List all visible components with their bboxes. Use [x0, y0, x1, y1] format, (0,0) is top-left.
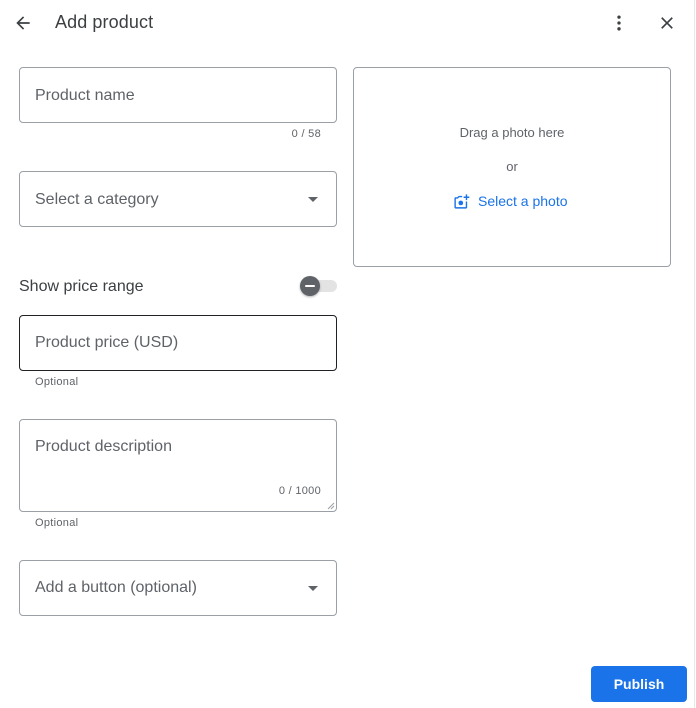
- page-title: Add product: [55, 12, 154, 32]
- photo-drop-zone[interactable]: Drag a photo here or Select a photo: [353, 67, 671, 267]
- product-price-input[interactable]: Product price (USD): [19, 315, 337, 371]
- product-description-counter: 0 / 1000: [278, 485, 321, 497]
- more-options-button[interactable]: [606, 10, 632, 36]
- add-photo-icon: [454, 193, 470, 209]
- arrow-back-icon: [16, 16, 30, 30]
- panel-edge: [694, 0, 695, 708]
- resize-handle-icon[interactable]: [327, 502, 335, 510]
- product-name-input[interactable]: Product name: [19, 67, 337, 123]
- back-button[interactable]: [10, 10, 36, 36]
- or-text: or: [506, 159, 518, 174]
- product-price-helper: Optional: [35, 376, 79, 388]
- product-price-placeholder: Product price (USD): [35, 334, 179, 351]
- add-button-placeholder: Add a button (optional): [35, 579, 197, 596]
- price-range-toggle[interactable]: [300, 276, 338, 296]
- toggle-off-icon: [305, 285, 315, 287]
- close-button[interactable]: [654, 10, 680, 36]
- publish-button[interactable]: Publish: [591, 666, 687, 702]
- category-placeholder: Select a category: [35, 191, 159, 208]
- dropdown-caret-icon: [308, 197, 318, 202]
- product-name-placeholder: Product name: [35, 87, 135, 104]
- product-name-counter: 0 / 58: [291, 128, 321, 140]
- category-select[interactable]: Select a category: [19, 171, 337, 227]
- select-photo-label: Select a photo: [478, 193, 568, 209]
- dropdown-caret-icon: [308, 586, 318, 591]
- toggle-thumb: [300, 276, 320, 296]
- dialog-header: Add product: [0, 0, 696, 46]
- drag-photo-text: Drag a photo here: [459, 125, 565, 140]
- product-description-textarea[interactable]: Product description 0 / 1000: [19, 419, 337, 512]
- more-vert-icon: [617, 15, 621, 31]
- product-description-placeholder: Product description: [35, 438, 172, 455]
- product-description-helper: Optional: [35, 517, 79, 529]
- price-range-label: Show price range: [19, 278, 144, 295]
- close-icon: [661, 17, 673, 29]
- select-photo-link[interactable]: Select a photo: [453, 191, 568, 211]
- add-button-select[interactable]: Add a button (optional): [19, 560, 337, 616]
